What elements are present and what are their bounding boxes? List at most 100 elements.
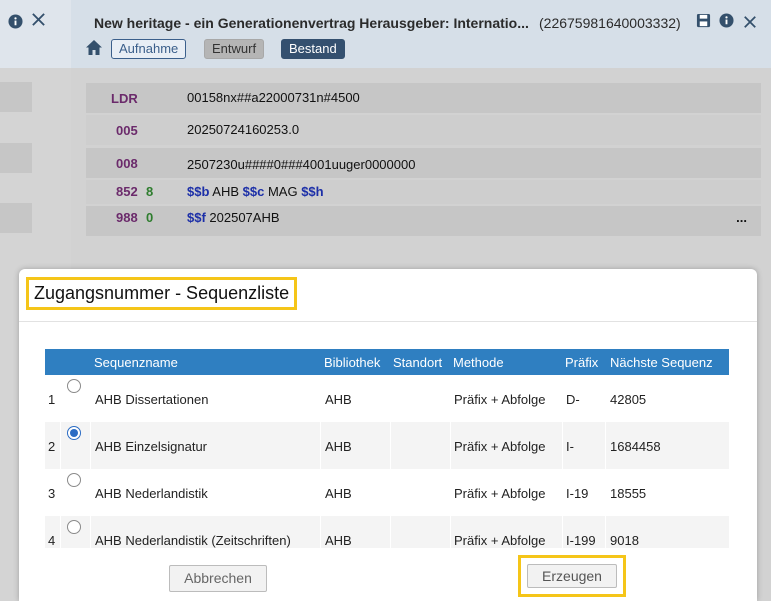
- aufnahme-button[interactable]: Aufnahme: [111, 39, 187, 59]
- column-divider: [562, 422, 563, 469]
- marc-tag: 005: [116, 123, 138, 138]
- info-icon[interactable]: [8, 14, 23, 34]
- subfield-code: $$c: [242, 184, 265, 199]
- row-radio[interactable]: [67, 520, 81, 534]
- cell-method: Präfix + Abfolge: [454, 533, 546, 548]
- column-divider: [90, 516, 91, 548]
- marc-field-008[interactable]: 008 2507230u####0###4001uuger0000000: [86, 148, 761, 178]
- sequence-table: Sequenzname Bibliothek Standort Methode …: [45, 349, 729, 548]
- col-next-sequence[interactable]: Nächste Sequenz: [610, 355, 713, 370]
- cell-method: Präfix + Abfolge: [454, 392, 546, 407]
- cell-sequence-name: AHB Nederlandistik (Zeitschriften): [95, 533, 291, 548]
- column-divider: [90, 422, 91, 469]
- cell-library: AHB: [325, 439, 352, 454]
- column-divider: [605, 469, 606, 516]
- table-row[interactable]: 2 AHB Einzelsignatur AHB Präfix + Abfolg…: [45, 422, 729, 469]
- column-divider: [605, 516, 606, 548]
- close-icon[interactable]: [31, 12, 46, 32]
- marc-value: 00158nx##a22000731n#4500: [187, 90, 360, 105]
- cancel-button[interactable]: Abbrechen: [169, 565, 267, 592]
- row-number: 2: [48, 439, 56, 454]
- dialog-header: Zugangsnummer - Sequenzliste: [19, 269, 757, 322]
- row-number: 1: [48, 392, 56, 407]
- subfield-code: $$f: [187, 210, 206, 225]
- column-divider: [320, 375, 321, 422]
- subfield-value: MAG: [264, 184, 302, 199]
- marc-field-ldr[interactable]: LDR 00158nx##a22000731n#4500: [86, 83, 761, 113]
- column-divider: [320, 422, 321, 469]
- col-method[interactable]: Methode: [453, 355, 504, 370]
- marc-tag: LDR: [111, 91, 138, 106]
- column-divider: [390, 375, 391, 422]
- cell-method: Präfix + Abfolge: [454, 439, 546, 454]
- column-divider: [90, 469, 91, 516]
- column-divider: [450, 375, 451, 422]
- record-header: New heritage - ein Generationenvertrag H…: [71, 0, 771, 68]
- column-divider: [562, 469, 563, 516]
- entwurf-button[interactable]: Entwurf: [204, 39, 265, 59]
- row-radio[interactable]: [67, 473, 81, 487]
- record-id: (22675981640003332): [539, 15, 681, 31]
- marc-indicator: 0: [146, 210, 154, 225]
- col-location[interactable]: Standort: [393, 355, 442, 370]
- column-divider: [390, 469, 391, 516]
- column-divider: [450, 469, 451, 516]
- cell-prefix: I-199: [566, 533, 596, 548]
- col-sequence-name[interactable]: Sequenzname: [94, 355, 178, 370]
- row-radio[interactable]: [67, 379, 81, 393]
- table-header: Sequenzname Bibliothek Standort Methode …: [45, 349, 729, 375]
- marc-field-005[interactable]: 005 20250724160253.0: [86, 115, 761, 145]
- cell-library: AHB: [325, 392, 352, 407]
- table-row[interactable]: 4 AHB Nederlandistik (Zeitschriften) AHB…: [45, 516, 729, 548]
- cell-next-sequence: 18555: [610, 486, 647, 501]
- marc-field-852[interactable]: 852 8 $$b AHB $$c MAG $$h: [86, 180, 761, 204]
- cell-next-sequence: 9018: [610, 533, 639, 548]
- cell-prefix: D-: [566, 392, 580, 407]
- dialog-title: Zugangsnummer - Sequenzliste: [26, 277, 298, 310]
- cell-next-sequence: 42805: [610, 392, 647, 407]
- subfield-code: $$b: [187, 184, 210, 199]
- row-number: 3: [48, 486, 56, 501]
- cell-next-sequence: 1684458: [610, 439, 661, 454]
- column-divider: [390, 516, 391, 548]
- left-panel-header: [0, 0, 71, 68]
- home-icon[interactable]: [85, 39, 103, 61]
- record-title: New heritage - ein Generationenvertrag H…: [94, 15, 529, 31]
- table-row[interactable]: 3 AHB Nederlandistik AHB Präfix + Abfolg…: [45, 469, 729, 516]
- save-icon[interactable]: [696, 13, 711, 32]
- column-divider: [605, 375, 606, 422]
- cell-sequence-name: AHB Einzelsignatur: [95, 439, 207, 454]
- column-divider: [605, 422, 606, 469]
- column-divider: [60, 516, 61, 548]
- more-options-icon[interactable]: ...: [736, 210, 747, 225]
- marc-field-988[interactable]: 988 0 $$f 202507AHB ...: [86, 206, 761, 236]
- column-divider: [390, 422, 391, 469]
- cell-library: AHB: [325, 486, 352, 501]
- cell-prefix: I-19: [566, 486, 589, 501]
- col-library[interactable]: Bibliothek: [324, 355, 380, 370]
- marc-tag: 008: [116, 156, 138, 171]
- column-divider: [320, 516, 321, 548]
- create-button-highlight: Erzeugen: [518, 555, 626, 597]
- info-icon[interactable]: [719, 13, 734, 32]
- row-radio-selected[interactable]: [67, 426, 81, 440]
- create-button[interactable]: Erzeugen: [527, 564, 617, 588]
- col-prefix[interactable]: Präfix: [565, 355, 598, 370]
- marc-value: $$f 202507AHB: [187, 210, 280, 225]
- column-divider: [60, 469, 61, 516]
- close-icon[interactable]: [743, 15, 757, 33]
- column-divider: [562, 516, 563, 548]
- marc-value: $$b AHB $$c MAG $$h: [187, 184, 324, 199]
- cell-prefix: I-: [566, 439, 574, 454]
- subfield-code: $$h: [301, 184, 324, 199]
- cell-method: Präfix + Abfolge: [454, 486, 546, 501]
- left-list-row: [0, 143, 32, 173]
- cell-library: AHB: [325, 533, 352, 548]
- left-list-row: [0, 203, 32, 233]
- left-list-row: [0, 82, 32, 112]
- subfield-value: 202507AHB: [205, 210, 280, 225]
- table-row[interactable]: 1 AHB Dissertationen AHB Präfix + Abfolg…: [45, 375, 729, 422]
- column-divider: [60, 375, 61, 422]
- bestand-button[interactable]: Bestand: [281, 39, 345, 59]
- column-divider: [450, 516, 451, 548]
